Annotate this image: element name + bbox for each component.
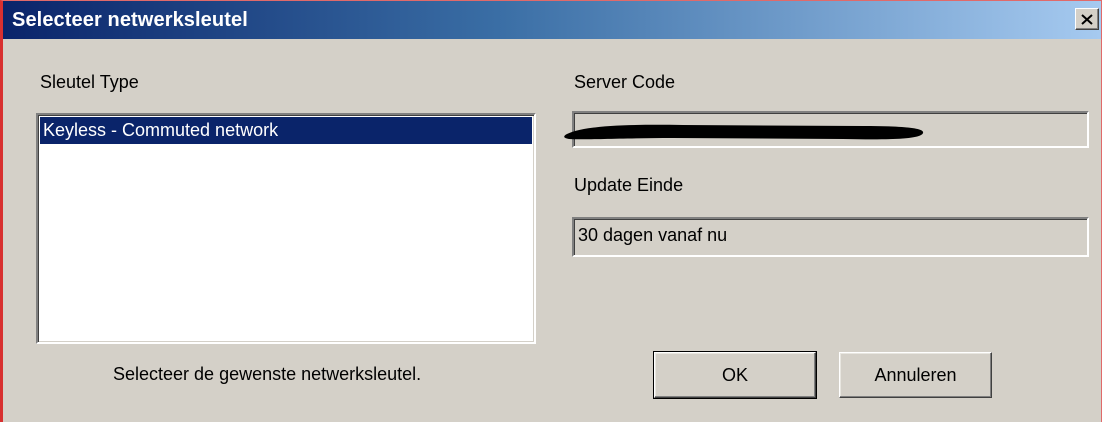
title-bar[interactable]: Selecteer netwerksleutel bbox=[3, 1, 1101, 39]
list-item[interactable]: Keyless - Commuted network bbox=[40, 117, 532, 144]
server-code-label: Server Code bbox=[574, 72, 676, 92]
update-einde-label: Update Einde bbox=[574, 175, 684, 195]
redaction-mark bbox=[563, 120, 928, 144]
ok-button[interactable]: OK bbox=[653, 351, 817, 399]
update-end-field[interactable]: 30 dagen vanaf nu bbox=[572, 217, 1089, 257]
cancel-button[interactable]: Annuleren bbox=[839, 352, 992, 398]
instruction-text: Selecteer de gewenste netwerksleutel. bbox=[113, 364, 422, 384]
dialog-window: Selecteer netwerksleutel Sleutel Type Ke… bbox=[0, 0, 1102, 422]
window-title: Selecteer netwerksleutel bbox=[12, 9, 248, 31]
key-type-listbox[interactable]: Keyless - Commuted network bbox=[36, 113, 536, 344]
sleutel-type-label: Sleutel Type bbox=[40, 72, 139, 92]
close-button[interactable] bbox=[1075, 8, 1099, 30]
close-icon bbox=[1081, 13, 1093, 25]
